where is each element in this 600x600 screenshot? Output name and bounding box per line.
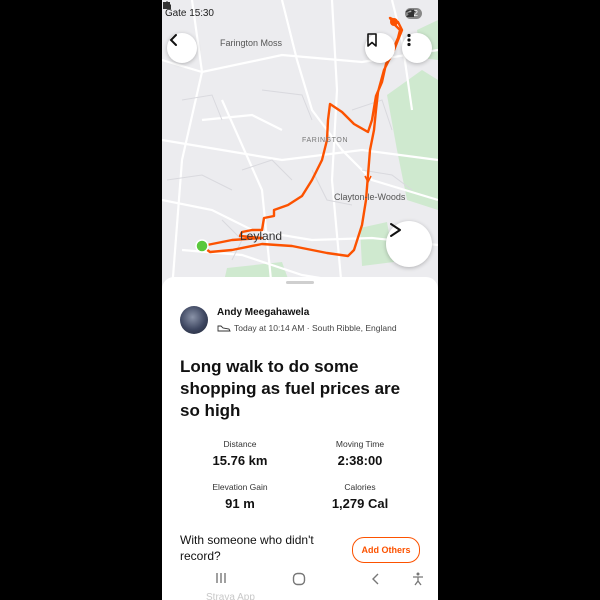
map-label-clayton-le-woods: Clayton-le-Woods [334, 192, 406, 202]
recent-apps-icon [216, 573, 226, 583]
status-bar: Gate 15:30 52 [162, 0, 438, 26]
map-label-farington-moss: Farington Moss [220, 38, 283, 48]
more-vertical-icon [407, 33, 411, 47]
ghost-app-label: Strava App [206, 592, 255, 600]
signal-icon [406, 9, 415, 17]
play-icon [390, 223, 401, 237]
activity-meta: Today at 10:14 AM · South Ribble, Englan… [217, 323, 397, 333]
system-back-button[interactable] [370, 572, 382, 589]
save-route-button[interactable] [365, 33, 395, 63]
stat-moving-time-value: 2:38:00 [337, 453, 383, 468]
avatar[interactable] [180, 306, 208, 334]
recent-apps-button[interactable] [214, 572, 228, 587]
stat-calories: Calories 1,279 Cal [305, 482, 415, 511]
play-flyby-button[interactable] [386, 221, 432, 267]
athlete-name[interactable]: Andy Meegahawela [217, 307, 309, 318]
park-area [387, 70, 438, 210]
phone-screen: Farington Moss FARINGTON Clayton-le-Wood… [162, 0, 438, 600]
activity-title: Long walk to do some shopping as fuel pr… [180, 357, 401, 420]
add-others-prompt: With someone who didn't record? [180, 533, 314, 563]
stat-distance-value: 15.76 km [212, 453, 268, 468]
stat-calories-label: Calories [344, 482, 376, 492]
accessibility-button[interactable] [412, 572, 424, 589]
status-time: 15:30 [189, 7, 214, 19]
stat-moving-time-label: Moving Time [335, 439, 385, 449]
home-circle-icon [292, 572, 306, 586]
activity-meta-text: Today at 10:14 AM · South Ribble, Englan… [234, 323, 397, 333]
stat-elevation-label: Elevation Gain [212, 482, 268, 492]
stat-distance-label: Distance [223, 439, 257, 449]
shoe-icon [217, 325, 231, 332]
chevron-left-icon [372, 573, 379, 585]
more-options-button[interactable] [402, 33, 432, 63]
back-button[interactable] [167, 33, 197, 63]
chevron-left-icon [169, 34, 177, 46]
add-others-button[interactable]: Add Others [352, 537, 420, 563]
start-marker [195, 239, 209, 253]
stat-moving-time: Moving Time 2:38:00 [305, 439, 415, 468]
system-nav-bar [162, 568, 438, 600]
stat-elevation-value: 91 m [225, 496, 255, 511]
stat-calories-value: 1,279 Cal [331, 496, 389, 511]
map-label-farington: FARINGTON [302, 137, 349, 144]
route-map[interactable]: Farington Moss FARINGTON Clayton-le-Wood… [162, 0, 438, 290]
map-label-leyland: Leyland [240, 229, 283, 243]
home-icon [163, 1, 171, 9]
bookmark-icon [367, 33, 377, 47]
status-right-icons: 52 [405, 8, 422, 19]
accessibility-icon [413, 572, 423, 586]
activity-details-sheet: Andy Meegahawela Today at 10:14 AM · Sou… [162, 277, 438, 600]
stat-elevation: Elevation Gain 91 m [185, 482, 295, 511]
drag-handle[interactable] [286, 281, 314, 284]
home-button[interactable] [292, 572, 306, 589]
stat-distance: Distance 15.76 km [185, 439, 295, 468]
